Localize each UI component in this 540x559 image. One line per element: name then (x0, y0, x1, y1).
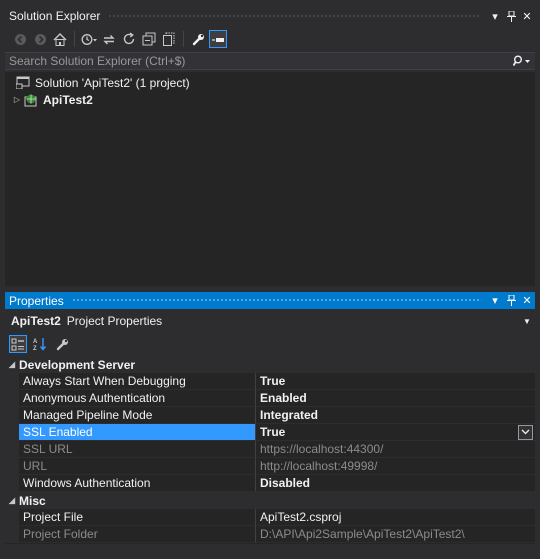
home-icon[interactable] (51, 30, 69, 48)
object-name: ApiTest2 (11, 314, 61, 328)
property-value[interactable]: http://localhost:49998/ (256, 458, 535, 475)
forward-icon[interactable] (31, 30, 49, 48)
collapse-all-icon[interactable] (140, 30, 158, 48)
solution-explorer-titlebar: Solution Explorer ▾ ✕ (5, 5, 535, 27)
property-value[interactable]: Enabled (256, 390, 535, 407)
window-position-dropdown-icon[interactable]: ▾ (487, 8, 503, 24)
window-position-dropdown-icon[interactable]: ▾ (487, 293, 503, 309)
row-gutter (5, 407, 19, 424)
pending-changes-filter-icon[interactable] (80, 30, 98, 48)
row-gutter (5, 424, 19, 441)
alphabetical-sort-icon[interactable]: AZ (31, 335, 49, 353)
properties-wrench-icon[interactable] (189, 30, 207, 48)
property-value[interactable]: Integrated (256, 407, 535, 424)
row-gutter (5, 526, 19, 543)
property-name: Anonymous Authentication (19, 390, 256, 407)
value-dropdown-button[interactable] (518, 424, 533, 440)
tree-item-project[interactable]: ▷ ApiTest2 (5, 91, 535, 108)
tree-item-label: ApiTest2 (43, 92, 93, 107)
row-gutter (5, 441, 19, 458)
property-row-windows-authentication[interactable]: Windows Authentication Disabled (5, 475, 535, 492)
toolbar-separator (74, 31, 75, 47)
solution-explorer-toolbar (5, 27, 535, 51)
solution-icon (15, 76, 31, 90)
solution-explorer-search[interactable]: Search Solution Explorer (Ctrl+$) (5, 52, 535, 70)
category-label: Development Server (19, 357, 136, 372)
property-value[interactable]: True (256, 373, 535, 390)
row-gutter (5, 390, 19, 407)
property-value: True (260, 425, 286, 439)
chevron-down-icon[interactable]: ▼ (519, 317, 535, 326)
back-icon[interactable] (11, 30, 29, 48)
svg-text:Z: Z (33, 346, 37, 351)
property-row-url[interactable]: URL http://localhost:49998/ (5, 458, 535, 475)
row-gutter (5, 475, 19, 492)
category-development-server[interactable]: ◢ Development Server (5, 356, 535, 373)
web-project-icon (23, 93, 39, 107)
property-row-project-file[interactable]: Project File ApiTest2.csproj (5, 509, 535, 526)
show-all-files-icon[interactable] (160, 30, 178, 48)
titlebar-grip[interactable] (108, 13, 479, 19)
tree-item-solution[interactable]: Solution 'ApiTest2' (1 project) (5, 74, 535, 91)
row-gutter (5, 509, 19, 526)
tree-item-label: Solution 'ApiTest2' (1 project) (35, 75, 190, 90)
properties-title: Properties (9, 293, 64, 308)
property-name: URL (19, 458, 256, 475)
property-value[interactable]: ApiTest2.csproj (256, 509, 535, 526)
solution-explorer-title: Solution Explorer (9, 9, 101, 23)
property-row-project-folder[interactable]: Project Folder D:\API\Api2Sample\ApiTest… (5, 526, 535, 543)
property-value[interactable]: D:\API\Api2Sample\ApiTest2\ApiTest2\ (256, 526, 535, 543)
close-icon[interactable]: ✕ (519, 293, 535, 309)
search-input[interactable]: Search Solution Explorer (Ctrl+$) (5, 54, 509, 68)
sync-with-active-document-icon[interactable] (100, 30, 118, 48)
row-gutter (5, 458, 19, 475)
preview-selected-items-icon[interactable] (209, 30, 227, 48)
property-name: Project Folder (19, 526, 256, 543)
close-icon[interactable]: ✕ (519, 8, 535, 24)
property-row-managed-pipeline-mode[interactable]: Managed Pipeline Mode Integrated (5, 407, 535, 424)
collapse-arrow-icon[interactable]: ◢ (5, 496, 19, 505)
collapse-arrow-icon[interactable]: ◢ (5, 360, 19, 369)
titlebar-grip[interactable] (71, 298, 479, 303)
refresh-icon[interactable] (120, 30, 138, 48)
property-name: Project File (19, 509, 256, 526)
pin-icon[interactable] (503, 8, 519, 24)
property-description-area (5, 544, 535, 554)
categorized-icon[interactable] (9, 335, 27, 353)
property-value[interactable]: https://localhost:44300/ (256, 441, 535, 458)
category-label: Misc (19, 493, 46, 508)
properties-toolbar: AZ (5, 333, 535, 355)
object-type: Project Properties (66, 314, 163, 328)
toolbar-separator (183, 31, 184, 47)
property-name: Windows Authentication (19, 475, 256, 492)
property-name: Managed Pipeline Mode (19, 407, 256, 424)
property-name: SSL Enabled (19, 424, 256, 441)
row-gutter (5, 373, 19, 390)
property-row-anonymous-authentication[interactable]: Anonymous Authentication Enabled (5, 390, 535, 407)
property-value-cell[interactable]: True (256, 424, 535, 441)
property-pages-wrench-icon[interactable] (53, 335, 71, 353)
search-icon[interactable] (509, 55, 535, 67)
property-row-always-start[interactable]: Always Start When Debugging True (5, 373, 535, 390)
pin-icon[interactable] (503, 293, 519, 309)
solution-tree: Solution 'ApiTest2' (1 project) ▷ ApiTes… (5, 72, 535, 286)
property-grid: ◢ Development Server Always Start When D… (5, 356, 535, 544)
property-name: Always Start When Debugging (19, 373, 256, 390)
svg-text:A: A (33, 339, 38, 345)
chevron-down-icon (521, 429, 530, 435)
property-name: SSL URL (19, 441, 256, 458)
properties-object-selector[interactable]: ApiTest2 Project Properties ▼ (5, 311, 535, 331)
property-value[interactable]: Disabled (256, 475, 535, 492)
properties-titlebar: Properties ▾ ✕ (5, 292, 535, 309)
category-misc[interactable]: ◢ Misc (5, 492, 535, 509)
expand-arrow-icon[interactable]: ▷ (11, 95, 23, 104)
property-row-ssl-url[interactable]: SSL URL https://localhost:44300/ (5, 441, 535, 458)
property-row-ssl-enabled[interactable]: SSL Enabled True (5, 424, 535, 441)
